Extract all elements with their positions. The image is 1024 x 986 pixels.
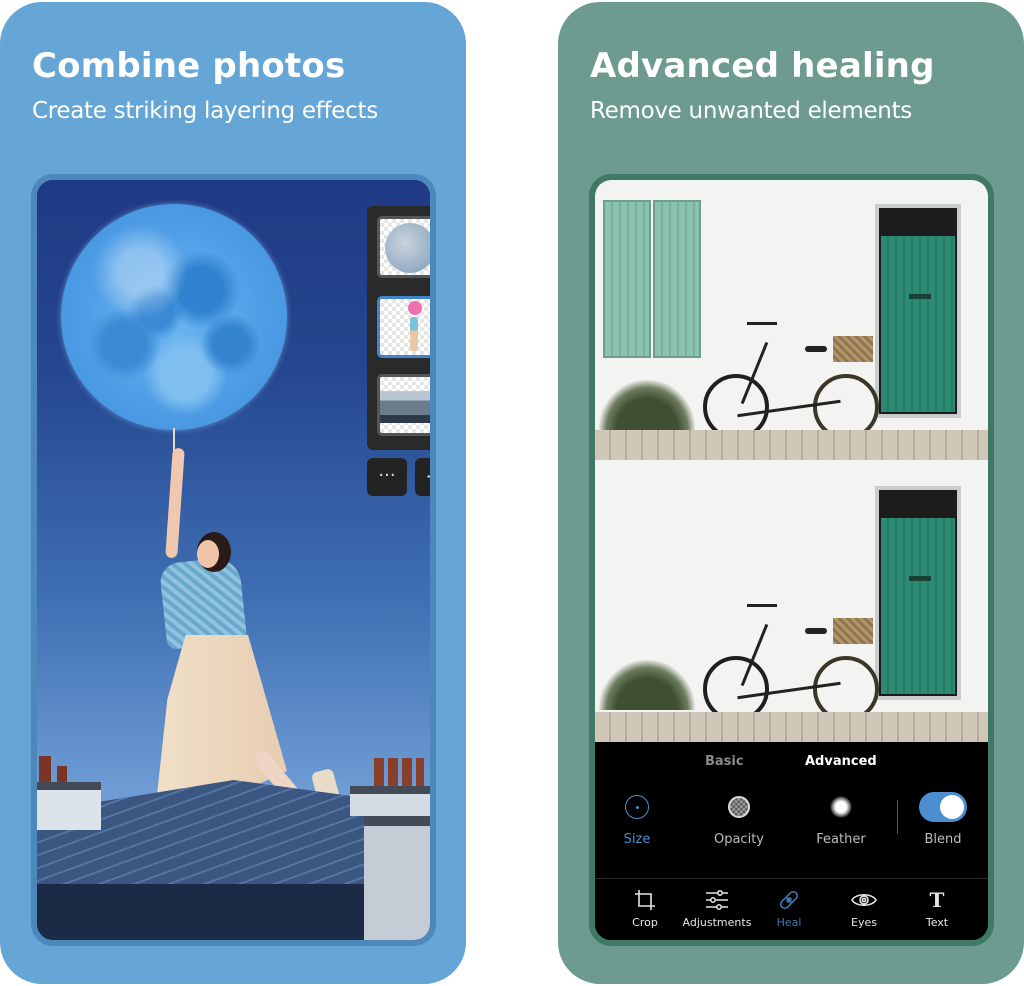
nav-label: Adjustments — [682, 916, 752, 929]
nav-label: Text — [925, 916, 949, 929]
nav-heal[interactable]: Heal — [751, 887, 827, 929]
moon-image — [61, 204, 287, 430]
bicycle-saddle — [805, 628, 827, 634]
cobblestone-pavement — [595, 430, 988, 460]
photo-after-healing — [595, 460, 988, 742]
tool-size[interactable]: Size — [597, 790, 677, 847]
more-options-button[interactable]: ··· — [367, 458, 407, 496]
mail-slot — [909, 576, 931, 581]
bicycle — [699, 602, 879, 722]
size-circle-icon — [625, 795, 649, 819]
chimney-left — [37, 782, 101, 830]
chimney-pot — [57, 766, 67, 782]
bicycle — [699, 320, 879, 440]
text-t-icon: T — [929, 888, 945, 912]
feather-glow-icon — [830, 796, 852, 818]
tool-label: Feather — [816, 832, 866, 847]
tool-label: Blend — [924, 832, 962, 847]
opacity-checker-icon — [728, 796, 750, 818]
tool-opacity[interactable]: Opacity — [699, 790, 779, 847]
eye-icon — [826, 887, 902, 913]
chimney-right — [364, 816, 430, 940]
green-door — [875, 486, 961, 700]
girl-thumbnail — [410, 317, 418, 351]
tool-label: Size — [623, 832, 651, 847]
phone-screen-compositing: ··· + — [31, 174, 436, 946]
nav-eyes[interactable]: Eyes — [826, 887, 902, 929]
sliders-icon — [679, 887, 755, 913]
add-layer-button[interactable]: + — [415, 458, 430, 496]
nav-label: Crop — [632, 916, 658, 929]
lavender-plant — [599, 380, 695, 430]
window-shutter — [653, 200, 701, 358]
card-title: Advanced healing — [590, 46, 935, 86]
nav-label: Heal — [776, 916, 802, 929]
cobblestone-pavement — [595, 712, 988, 742]
tool-blend[interactable]: Blend — [903, 790, 983, 847]
photo-before-healing — [595, 180, 988, 460]
bicycle-basket — [833, 336, 873, 362]
nav-adjustments[interactable]: Adjustments — [679, 887, 755, 929]
bandage-icon — [751, 887, 827, 913]
woman-face — [197, 540, 219, 568]
bottom-toolbar: Crop Adjustments Heal Eyes T Text — [595, 878, 988, 940]
nav-text[interactable]: T Text — [899, 887, 975, 929]
moon-thumbnail-image — [385, 223, 430, 273]
layer-thumbnail-girl[interactable] — [377, 296, 430, 358]
lavender-plant — [599, 660, 695, 710]
layer-thumbnail-moon[interactable] — [377, 216, 430, 278]
card-subtitle: Create striking layering effects — [32, 98, 378, 124]
divider — [897, 800, 898, 834]
tab-advanced[interactable]: Advanced — [805, 754, 877, 769]
phone-screen-healing: Basic Advanced Size Opacity Feather Blen… — [589, 174, 994, 946]
window-shutter — [603, 200, 651, 358]
bicycle-saddle — [805, 346, 827, 352]
green-door — [875, 204, 961, 418]
tab-basic[interactable]: Basic — [705, 754, 744, 769]
nav-label: Eyes — [851, 916, 877, 929]
layers-panel — [367, 206, 430, 450]
bicycle-handlebar — [747, 604, 777, 607]
card-subtitle: Remove unwanted elements — [590, 98, 912, 124]
balloon-thumbnail — [408, 301, 422, 315]
crop-icon — [607, 887, 683, 913]
bicycle-handlebar — [747, 322, 777, 325]
tool-label: Opacity — [713, 832, 764, 847]
layer-thumbnail-city[interactable] — [377, 374, 430, 436]
chimney-pots — [374, 758, 424, 786]
mail-slot — [909, 294, 931, 299]
tool-feather[interactable]: Feather — [801, 790, 881, 847]
door-panel — [881, 236, 955, 412]
chimney-right-top — [350, 786, 430, 816]
bicycle-basket — [833, 618, 873, 644]
nav-crop[interactable]: Crop — [607, 887, 683, 929]
chimney-pot — [39, 756, 51, 782]
card-title: Combine photos — [32, 46, 346, 86]
heal-options-panel: Basic Advanced Size Opacity Feather Blen… — [595, 742, 988, 878]
door-panel — [881, 518, 955, 694]
city-thumbnail-image — [380, 391, 430, 423]
blend-toggle-switch[interactable] — [919, 792, 967, 822]
